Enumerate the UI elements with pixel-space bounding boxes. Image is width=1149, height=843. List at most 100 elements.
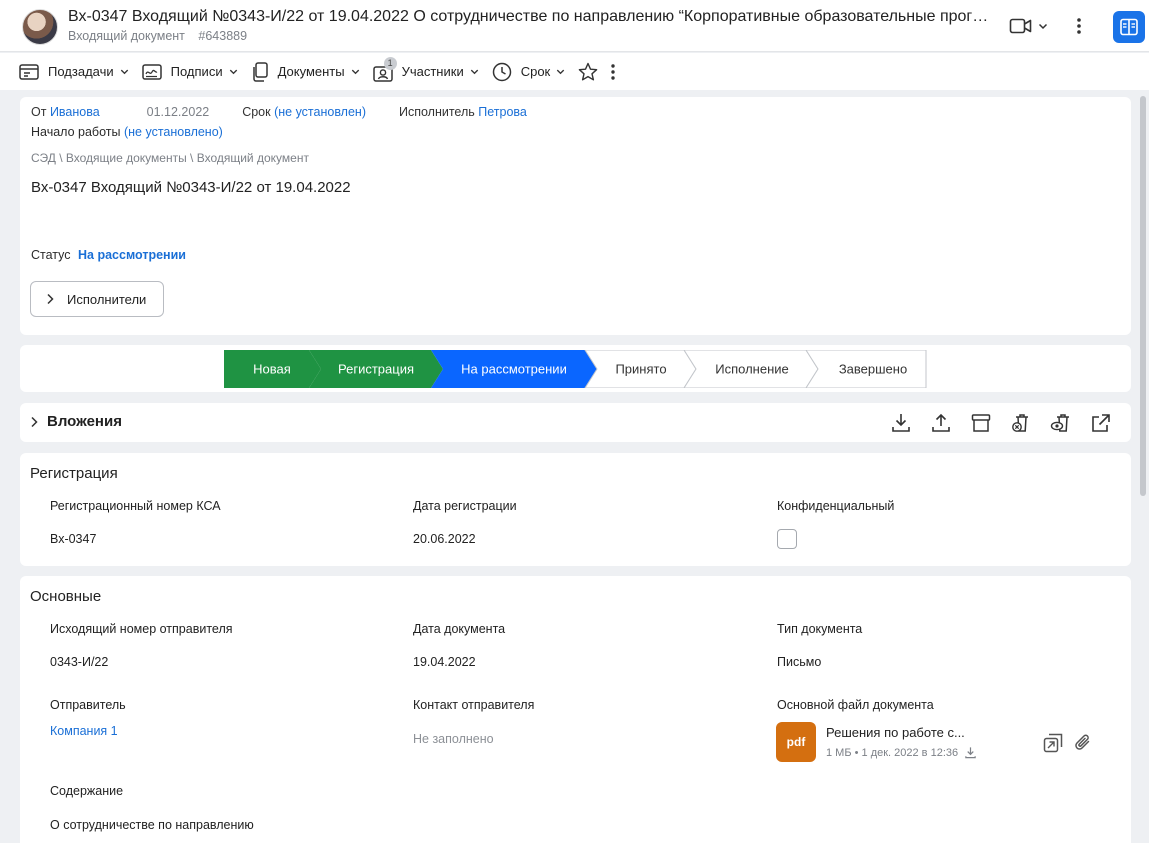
stage-execution[interactable]: Исполнение xyxy=(683,350,819,388)
from-label: От xyxy=(31,105,47,119)
signatures-menu[interactable]: Подписи xyxy=(141,56,239,88)
open-preview-icon[interactable] xyxy=(1042,732,1064,754)
toolbar: Подзадачи Подписи Документы 1 Участники … xyxy=(0,53,1149,90)
reg-date-value: 20.06.2022 xyxy=(413,532,476,546)
chevron-right-icon xyxy=(47,293,54,305)
pdf-file-icon: pdf xyxy=(776,722,816,762)
from-user-link[interactable]: Иванова xyxy=(50,105,100,119)
executor-label: Исполнитель xyxy=(398,105,475,119)
participants-label: Участники xyxy=(401,64,464,79)
chevron-down-icon xyxy=(120,69,128,75)
more-options-button[interactable] xyxy=(1066,12,1092,40)
main-title: Основные xyxy=(30,588,102,605)
info-row: От Иванова 01.12.2022 Срок (не установле… xyxy=(31,105,527,119)
stage-on-review[interactable]: На рассмотрении xyxy=(431,350,597,388)
deadline-link[interactable]: (не установлен) xyxy=(274,105,366,119)
doc-date-value: 19.04.2022 xyxy=(413,655,476,669)
reg-number-label: Регистрационный номер КСА xyxy=(50,499,221,513)
content-value: О сотрудничестве по направлению xyxy=(50,818,254,832)
open-external-icon[interactable] xyxy=(1090,412,1112,434)
out-number-label: Исходящий номер отправителя xyxy=(50,622,233,636)
attachments-toggle[interactable]: Вложения xyxy=(29,413,122,430)
more-vertical-icon xyxy=(1077,18,1081,34)
subtasks-icon xyxy=(19,63,39,80)
archive-icon[interactable] xyxy=(970,412,992,434)
stage-label: Регистрация xyxy=(338,362,414,377)
chevron-down-icon xyxy=(1038,23,1048,30)
sender-contact-value[interactable]: Не заполнено xyxy=(413,732,494,746)
confidential-checkbox[interactable] xyxy=(777,529,797,549)
main-section: Основные Исходящий номер отправителя 034… xyxy=(20,576,1131,843)
reg-number-value: Вх-0347 xyxy=(50,532,97,546)
doc-type-label: Тип документа xyxy=(777,622,863,636)
deadline-info-label: Срок xyxy=(242,105,271,119)
document-subtitle: Входящий документ #643889 xyxy=(68,29,247,43)
stage-label: На рассмотрении xyxy=(461,362,567,377)
file-meta: 1 МБ • 1 дек. 2022 в 12:36 xyxy=(826,746,977,759)
sender-contact-label: Контакт отправителя xyxy=(413,698,535,712)
sender-label: Отправитель xyxy=(50,698,126,712)
created-date: 01.12.2022 xyxy=(146,105,210,119)
executors-button[interactable]: Исполнители xyxy=(30,281,164,317)
toolbar-more-button[interactable] xyxy=(610,56,616,88)
panel-layout-icon xyxy=(1120,18,1138,36)
document-title: Вх-0347 Входящий №0343-И/22 от 19.04.202… xyxy=(31,179,351,196)
more-vertical-icon xyxy=(611,63,615,80)
registration-title: Регистрация xyxy=(30,465,118,482)
confidential-label: Конфиденциальный xyxy=(777,499,895,513)
avatar[interactable] xyxy=(22,9,58,45)
video-camera-icon xyxy=(1009,18,1032,34)
breadcrumb: СЭД \ Входящие документы \ Входящий доку… xyxy=(31,151,309,165)
participants-count-badge: 1 xyxy=(383,56,397,70)
stage-label: Принято xyxy=(615,362,666,377)
executor-link[interactable]: Петрова xyxy=(478,105,527,119)
stage-label: Новая xyxy=(253,362,291,377)
status-label: Статус xyxy=(31,248,71,262)
download-all-icon[interactable] xyxy=(890,412,912,434)
download-icon[interactable] xyxy=(964,746,977,759)
stage-label: Исполнение xyxy=(715,362,789,377)
signature-icon xyxy=(141,63,162,80)
status-row: Статус На рассмотрении xyxy=(31,248,186,262)
document-id[interactable]: #643889 xyxy=(198,29,247,43)
deadline-menu[interactable]: Срок xyxy=(491,56,567,88)
chevron-down-icon xyxy=(470,69,478,75)
documents-icon xyxy=(252,61,268,82)
start-link[interactable]: (не установлено) xyxy=(124,125,223,139)
document-type: Входящий документ xyxy=(68,29,185,43)
delete-hidden-icon[interactable] xyxy=(1010,412,1032,434)
delete-viewed-icon[interactable] xyxy=(1050,412,1072,434)
favorite-button[interactable] xyxy=(577,56,599,88)
reg-date-label: Дата регистрации xyxy=(413,499,517,513)
workflow-stages: Новая Регистрация На рассмотрении Принят… xyxy=(20,345,1131,392)
chevron-down-icon xyxy=(557,69,565,75)
attachments-panel: Вложения xyxy=(20,403,1131,442)
clock-icon xyxy=(492,62,511,81)
content-label: Содержание xyxy=(50,784,124,798)
document-info-card: От Иванова 01.12.2022 Срок (не установле… xyxy=(20,97,1131,335)
star-icon xyxy=(578,62,598,80)
stage-registration[interactable]: Регистрация xyxy=(309,350,443,388)
video-call-button[interactable] xyxy=(1008,12,1050,40)
start-row: Начало работы (не установлено) xyxy=(31,125,223,139)
paperclip-icon[interactable] xyxy=(1072,732,1094,754)
participants-menu[interactable]: 1 Участники xyxy=(372,56,480,88)
stage-completed[interactable]: Завершено xyxy=(805,350,927,388)
attachments-title: Вложения xyxy=(47,413,122,430)
file-size-date: 1 МБ • 1 дек. 2022 в 12:36 xyxy=(826,746,959,759)
doc-date-label: Дата документа xyxy=(413,622,506,636)
start-label: Начало работы xyxy=(31,125,121,139)
scrollbar[interactable] xyxy=(1140,96,1146,496)
documents-menu[interactable]: Документы xyxy=(250,56,361,88)
chevron-down-icon xyxy=(229,69,237,75)
stage-novaya[interactable]: Новая xyxy=(224,350,321,388)
subtasks-menu[interactable]: Подзадачи xyxy=(18,56,130,88)
upload-icon[interactable] xyxy=(930,412,952,434)
file-name[interactable]: Решения по работе с... xyxy=(826,725,965,740)
sender-link[interactable]: Компания 1 xyxy=(50,724,118,738)
signatures-label: Подписи xyxy=(170,64,223,79)
chevron-down-icon xyxy=(351,69,359,75)
out-number-value: 0343-И/22 xyxy=(50,655,109,669)
stage-accepted[interactable]: Принято xyxy=(584,350,697,388)
side-panel-toggle-button[interactable] xyxy=(1113,11,1145,43)
